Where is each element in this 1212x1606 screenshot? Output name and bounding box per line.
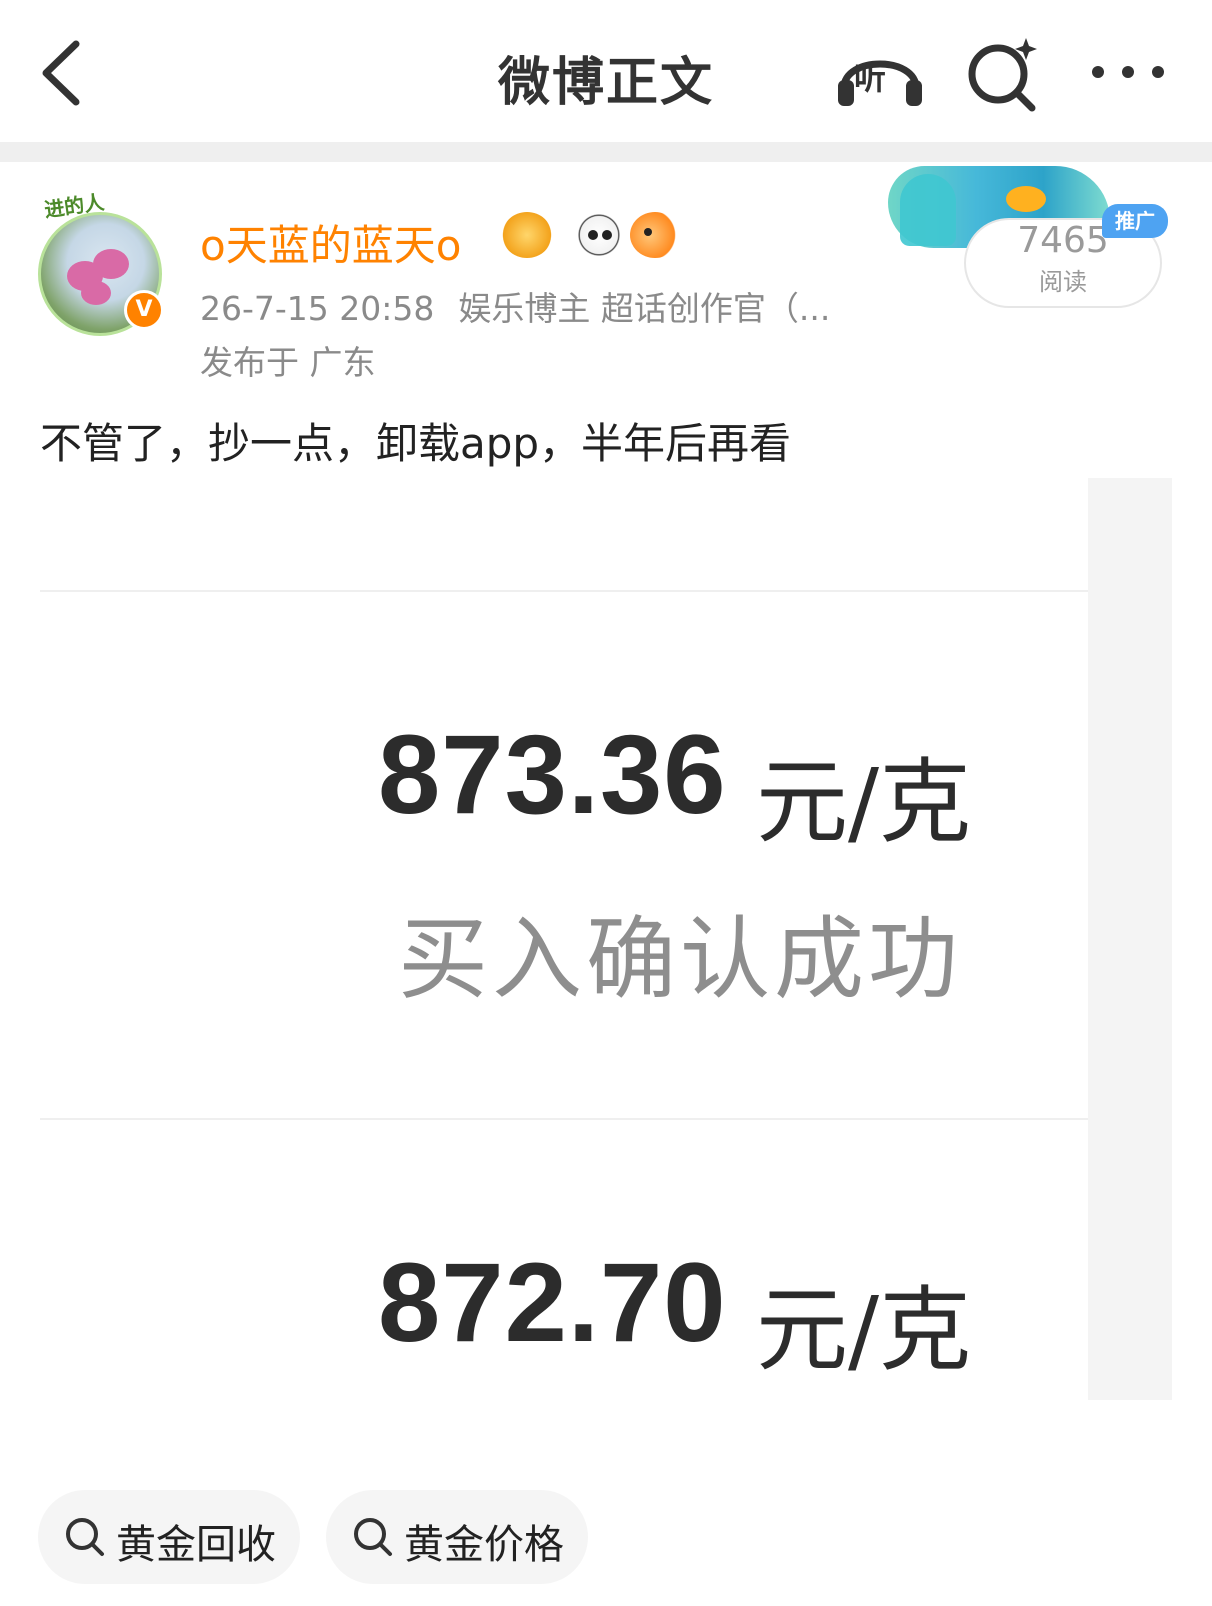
fish-icon — [1006, 186, 1046, 212]
top-nav-bar: 微博正文 听 — [0, 0, 1212, 142]
price-value-1: 873.36 — [378, 712, 727, 837]
search-icon[interactable] — [966, 36, 1042, 112]
post-text: 不管了，抄一点，卸载app，半年后再看 — [40, 419, 792, 468]
post-location: 发布于 广东 — [200, 343, 376, 382]
verified-badge-icon: V — [124, 290, 164, 330]
search-icon — [354, 1518, 392, 1556]
post-image[interactable]: 873.36 元/克 买入确认成功 872.70 元/克 — [0, 478, 1172, 1400]
image-edge — [1088, 478, 1172, 1400]
more-options-icon[interactable] — [1088, 54, 1168, 90]
listen-label: 听 — [854, 59, 887, 97]
post-time: 26-7-15 20:58 — [200, 289, 435, 328]
topic-chip-label: 黄金价格 — [404, 1522, 564, 1568]
topic-chip-label: 黄金回收 — [116, 1522, 276, 1568]
price-unit-2: 元/克 — [756, 1277, 971, 1384]
post-meta: 26-7-15 20:58 娱乐博主 超话创作官（... — [200, 282, 830, 330]
panda-badge-icon[interactable] — [574, 212, 624, 258]
coral-icon — [900, 174, 956, 246]
promo-tag: 推广 — [1102, 204, 1168, 238]
image-divider — [40, 590, 1088, 592]
promo-read-count[interactable]: 7465 阅读 推广 — [880, 160, 1180, 310]
topic-chip[interactable]: 黄金价格 — [326, 1490, 588, 1584]
fish-badge-icon[interactable] — [630, 212, 680, 258]
post-source[interactable]: 娱乐博主 超话创作官（... — [458, 289, 830, 328]
avatar[interactable]: 进的人 V — [36, 190, 166, 336]
crown-badge-icon[interactable] — [502, 212, 552, 258]
read-count-label: 阅读 — [1039, 268, 1087, 296]
listen-button[interactable]: 听 — [836, 38, 924, 110]
topic-chip[interactable]: 黄金回收 — [38, 1490, 300, 1584]
search-icon — [66, 1518, 104, 1556]
username[interactable]: o天蓝的蓝天o — [200, 212, 461, 273]
image-divider — [40, 1118, 1088, 1120]
price-value-2: 872.70 — [378, 1240, 727, 1365]
purchase-status: 买入确认成功 — [398, 907, 962, 1012]
price-unit-1: 元/克 — [756, 749, 971, 856]
section-divider — [0, 142, 1212, 162]
